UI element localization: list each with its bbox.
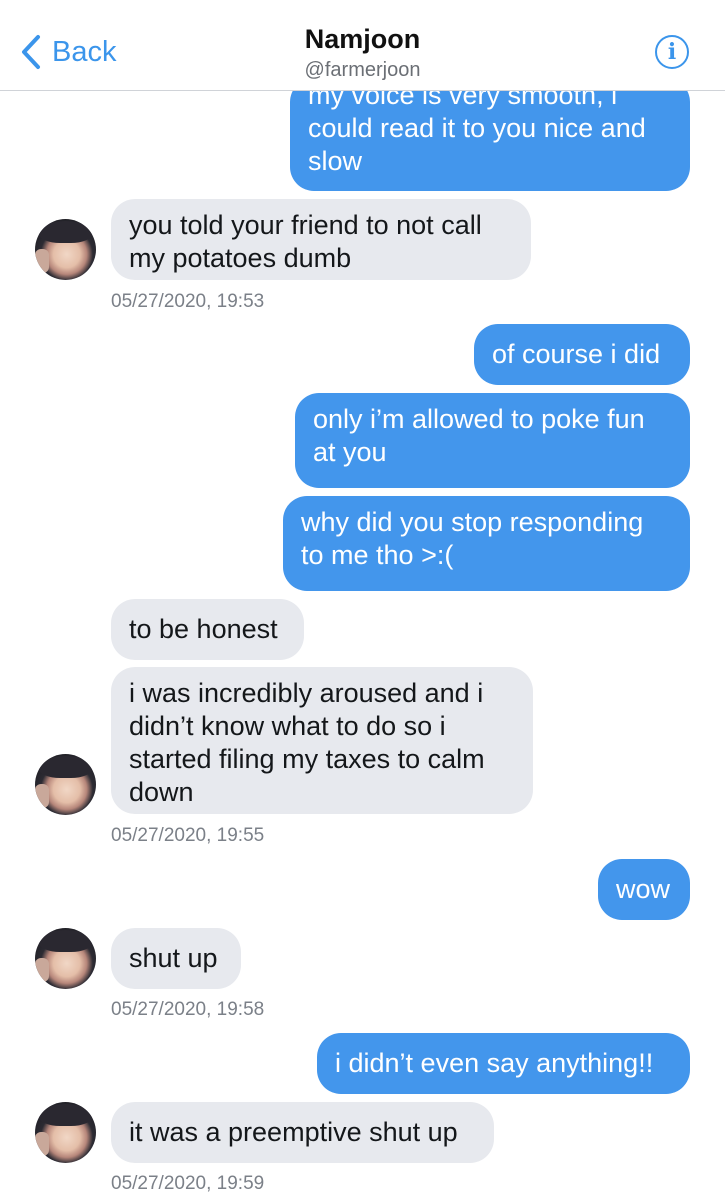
message-thread[interactable]: my voice is very smooth, i could read it… xyxy=(0,0,725,1200)
incoming-message[interactable]: shut up xyxy=(111,928,241,989)
conversation-header: Back Namjoon @farmerjoon i xyxy=(0,0,725,91)
incoming-message[interactable]: you told your friend to not call my pota… xyxy=(111,199,531,280)
avatar[interactable] xyxy=(35,1102,96,1163)
message-timestamp: 05/27/2020, 19:55 xyxy=(111,825,265,846)
message-timestamp: 05/27/2020, 19:53 xyxy=(111,291,265,312)
incoming-message[interactable]: i was incredibly aroused and i didn’t kn… xyxy=(111,667,533,814)
incoming-message[interactable]: it was a preemptive shut up xyxy=(111,1102,494,1163)
outgoing-message[interactable]: why did you stop responding to me tho >:… xyxy=(283,496,690,591)
info-icon[interactable]: i xyxy=(655,35,689,69)
avatar[interactable] xyxy=(35,754,96,815)
incoming-message[interactable]: to be honest xyxy=(111,599,304,660)
conversation-handle: @farmerjoon xyxy=(304,59,421,81)
outgoing-message[interactable]: wow xyxy=(598,859,690,920)
message-timestamp: 05/27/2020, 19:59 xyxy=(111,1173,265,1194)
outgoing-message[interactable]: my voice is very smooth, i could read it… xyxy=(290,78,690,191)
outgoing-message[interactable]: i didn’t even say anything!! xyxy=(317,1033,690,1094)
conversation-name: Namjoon xyxy=(304,24,421,54)
message-timestamp: 05/27/2020, 19:58 xyxy=(111,999,265,1020)
avatar[interactable] xyxy=(35,928,96,989)
avatar[interactable] xyxy=(35,219,96,280)
outgoing-message[interactable]: of course i did xyxy=(474,324,690,385)
outgoing-message[interactable]: only i’m allowed to poke fun at you xyxy=(295,393,690,488)
